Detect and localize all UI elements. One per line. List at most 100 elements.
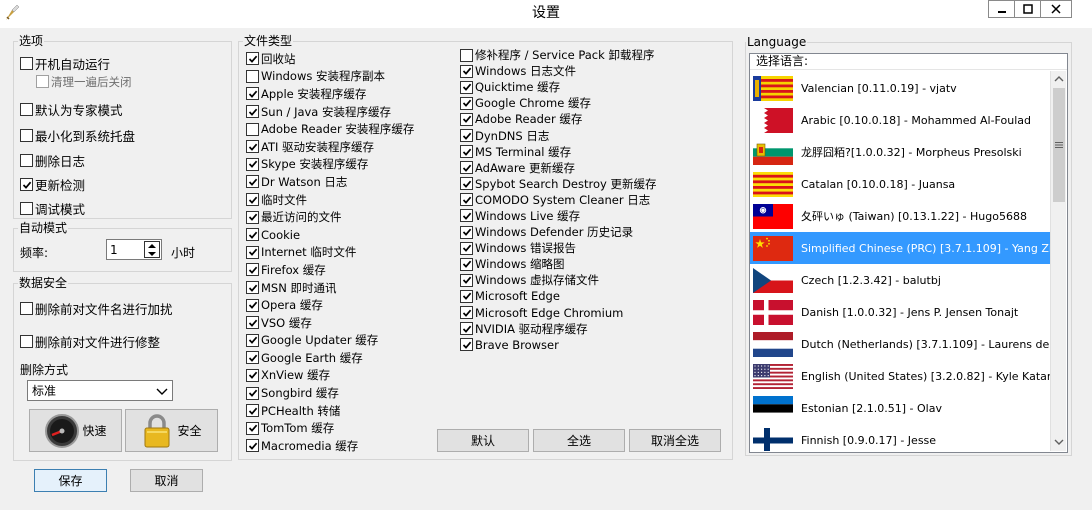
checkbox-row[interactable]: Microsoft Edge Chromium (460, 305, 730, 321)
checkbox-row[interactable]: 删除日志 (20, 152, 85, 170)
checkbox[interactable] (20, 129, 33, 143)
checkbox-checked[interactable] (460, 112, 473, 126)
checkbox-row[interactable]: Google Updater 缓存 (246, 332, 456, 350)
checkbox[interactable] (20, 335, 33, 349)
checkbox-checked[interactable] (460, 145, 473, 159)
checkbox[interactable] (246, 122, 259, 136)
checkbox[interactable] (246, 69, 259, 83)
checkbox-row[interactable]: 删除前对文件进行修整 (20, 333, 160, 351)
checkbox-checked[interactable] (246, 210, 259, 224)
language-scrollbar[interactable] (1050, 71, 1066, 451)
checkbox-checked[interactable] (246, 404, 259, 418)
checkbox-row[interactable]: Windows 虚拟存储文件 (460, 272, 730, 288)
checkbox-checked[interactable] (246, 193, 259, 207)
language-item-bulgaria-emblem[interactable]: 龙脬囧粨?[1.0.0.32] - Morpheus Presolski (750, 136, 1050, 168)
checkbox-row[interactable]: XnView 缓存 (246, 367, 456, 385)
checkbox-checked[interactable] (460, 80, 473, 94)
language-item-denmark[interactable]: Danish [1.0.0.32] - Jens P. Jensen Tonaj… (750, 296, 1050, 328)
checkbox-checked[interactable] (20, 178, 33, 192)
checkbox-checked[interactable] (246, 368, 259, 382)
checkbox-checked[interactable] (246, 333, 259, 347)
checkbox-checked[interactable] (460, 257, 473, 271)
checkbox-row[interactable]: Adobe Reader 安装程序缓存 (246, 120, 456, 138)
checkbox-row[interactable]: Microsoft Edge (460, 288, 730, 304)
checkbox-row[interactable]: MS Terminal 缓存 (460, 144, 730, 160)
language-item-estonia[interactable]: Estonian [2.1.0.51] - Olav (750, 392, 1050, 424)
checkbox-row[interactable]: Windows 缩略图 (460, 256, 730, 272)
checkbox-row[interactable]: Quicktime 缓存 (460, 79, 730, 95)
checkbox-checked[interactable] (246, 87, 259, 101)
checkbox-row[interactable]: VSO 缓存 (246, 314, 456, 332)
checkbox-row[interactable]: Skype 安装程序缓存 (246, 156, 456, 174)
language-item-valencian[interactable]: Valencian [0.11.0.19] - vjatv (750, 72, 1050, 104)
language-item-usa[interactable]: English (United States) [3.2.0.82] - Kyl… (750, 360, 1050, 392)
checkbox-checked[interactable] (246, 281, 259, 295)
language-item-netherlands[interactable]: Dutch (Netherlands) [3.7.1.109] - Lauren… (750, 328, 1050, 360)
scroll-up-icon[interactable] (1051, 71, 1067, 87)
checkbox-row[interactable]: 回收站 (246, 50, 456, 68)
checkbox-checked[interactable] (246, 228, 259, 242)
delete-mode-select[interactable]: 标准 (27, 380, 173, 401)
scroll-thumb[interactable] (1053, 88, 1065, 202)
checkbox-row[interactable]: MSN 即时通讯 (246, 279, 456, 297)
checkbox-checked[interactable] (460, 129, 473, 143)
close-button[interactable] (1040, 0, 1072, 18)
checkbox-checked[interactable] (460, 177, 473, 191)
checkbox-checked[interactable] (460, 322, 473, 336)
checkbox-row[interactable]: Opera 缓存 (246, 296, 456, 314)
checkbox[interactable] (20, 154, 33, 168)
save-button[interactable]: 保存 (34, 469, 107, 492)
checkbox-row[interactable]: Adobe Reader 缓存 (460, 111, 730, 127)
checkbox[interactable] (36, 75, 49, 89)
checkbox-row[interactable]: AdAware 更新缓存 (460, 160, 730, 176)
checkbox[interactable] (20, 302, 33, 316)
frequency-spinner[interactable]: 1 (106, 239, 162, 260)
checkbox-row[interactable]: PCHealth 转储 (246, 402, 456, 420)
checkbox-row[interactable]: DynDNS 日志 (460, 127, 730, 143)
checkbox-row[interactable]: 修补程序 / Service Pack 卸载程序 (460, 47, 730, 63)
checkbox-row[interactable]: 默认为专家模式 (20, 101, 123, 119)
checkbox-row[interactable]: Macromedia 缓存 (246, 437, 456, 455)
checkbox-row[interactable]: Apple 安装程序缓存 (246, 85, 456, 103)
checkbox-row[interactable]: Firefox 缓存 (246, 261, 456, 279)
spin-buttons[interactable] (144, 241, 160, 258)
language-item-china[interactable]: Simplified Chinese (PRC) [3.7.1.109] - Y… (750, 232, 1050, 264)
spin-up-icon[interactable] (145, 242, 159, 250)
checkbox-row[interactable]: COMODO System Cleaner 日志 (460, 192, 730, 208)
checkbox-row[interactable]: TomTom 缓存 (246, 419, 456, 437)
checkbox-checked[interactable] (246, 245, 259, 259)
checkbox-row[interactable]: 最近访问的文件 (246, 208, 456, 226)
checkbox-checked[interactable] (460, 96, 473, 110)
checkbox-row[interactable]: 清理一遍后关闭 (36, 73, 132, 91)
language-item-taiwan[interactable]: 夂砰いゅ (Taiwan) [0.13.1.22] - Hugo5688 (750, 200, 1050, 232)
checkbox-checked[interactable] (246, 316, 259, 330)
checkbox-row[interactable]: Songbird 缓存 (246, 384, 456, 402)
checkbox-row[interactable]: 更新检测 (20, 176, 85, 194)
checkbox-checked[interactable] (246, 157, 259, 171)
checkbox-checked[interactable] (460, 193, 473, 207)
checkbox-checked[interactable] (246, 439, 259, 453)
checkbox-checked[interactable] (460, 306, 473, 320)
default-button[interactable]: 默认 (437, 429, 529, 452)
language-item-bahrain[interactable]: Arabic [0.10.0.18] - Mohammed Al-Foulad (750, 104, 1050, 136)
checkbox-checked[interactable] (460, 241, 473, 255)
language-item-finland[interactable]: Finnish [0.9.0.17] - Jesse (750, 424, 1050, 451)
checkbox[interactable] (20, 103, 33, 117)
cancel-button[interactable]: 取消 (130, 469, 203, 492)
checkbox[interactable] (20, 202, 33, 216)
checkbox-checked[interactable] (460, 289, 473, 303)
language-item-catalan[interactable]: Catalan [0.10.0.18] - Juansa (750, 168, 1050, 200)
checkbox[interactable] (460, 48, 473, 62)
checkbox-checked[interactable] (460, 64, 473, 78)
checkbox-row[interactable]: Windows Live 缓存 (460, 208, 730, 224)
secure-button[interactable]: 安全 (125, 409, 218, 452)
checkbox-checked[interactable] (460, 273, 473, 287)
checkbox-row[interactable]: 删除前对文件名进行加扰 (20, 300, 173, 318)
checkbox-row[interactable]: Internet 临时文件 (246, 244, 456, 262)
checkbox-checked[interactable] (246, 386, 259, 400)
checkbox-checked[interactable] (460, 161, 473, 175)
checkbox-checked[interactable] (460, 338, 473, 352)
checkbox-checked[interactable] (460, 209, 473, 223)
scroll-down-icon[interactable] (1051, 434, 1067, 450)
checkbox-checked[interactable] (246, 298, 259, 312)
